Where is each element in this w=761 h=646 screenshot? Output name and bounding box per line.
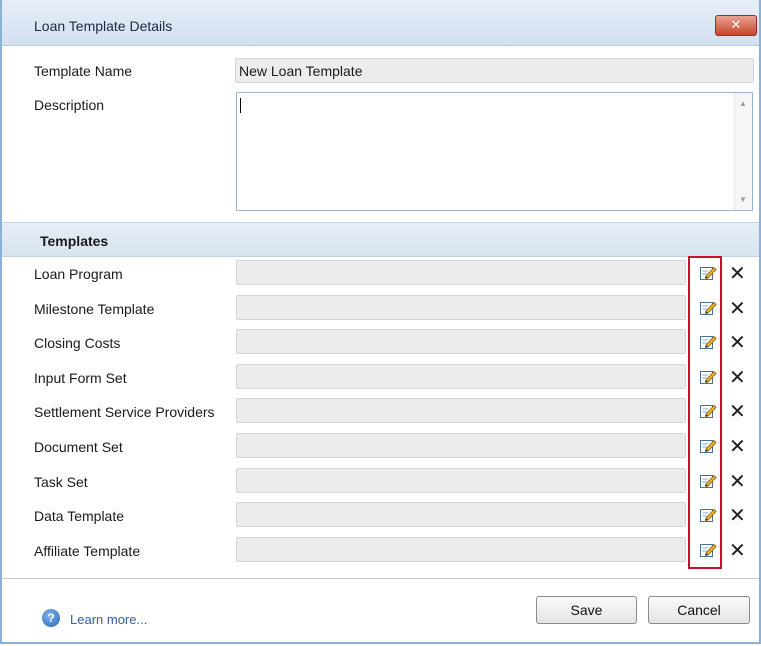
- cancel-button[interactable]: Cancel: [648, 596, 750, 624]
- text-caret: [240, 98, 241, 113]
- templates-section-title: Templates: [40, 233, 109, 249]
- delete-icon[interactable]: ✕: [729, 263, 746, 283]
- template-name-label: Template Name: [34, 63, 133, 79]
- template-row-label: Task Set: [34, 474, 88, 490]
- description-textarea[interactable]: ▲ ▼: [236, 92, 753, 211]
- template-row-label: Closing Costs: [34, 335, 121, 351]
- footer-divider: [2, 578, 759, 579]
- delete-icon[interactable]: ✕: [729, 540, 746, 560]
- template-row-field[interactable]: [236, 433, 686, 458]
- description-label: Description: [34, 97, 105, 113]
- template-row-label: Document Set: [34, 439, 123, 455]
- template-row-field[interactable]: [236, 364, 686, 389]
- title-bar: Loan Template Details ✕: [2, 0, 759, 46]
- description-scrollbar[interactable]: ▲ ▼: [734, 93, 752, 210]
- edit-column-highlight: [688, 256, 722, 569]
- template-row-field[interactable]: [236, 260, 686, 285]
- help-icon[interactable]: ?: [42, 609, 60, 627]
- template-row-label: Settlement Service Providers: [34, 404, 215, 420]
- template-row-field[interactable]: [236, 468, 686, 493]
- template-name-field[interactable]: New Loan Template: [235, 58, 754, 83]
- delete-icon[interactable]: ✕: [729, 298, 746, 318]
- delete-icon[interactable]: ✕: [729, 367, 746, 387]
- delete-icon[interactable]: ✕: [729, 401, 746, 421]
- template-row-field[interactable]: [236, 295, 686, 320]
- window-title: Loan Template Details: [34, 18, 173, 34]
- template-row-label: Loan Program: [34, 266, 123, 282]
- save-button[interactable]: Save: [536, 596, 637, 624]
- template-row-field[interactable]: [236, 502, 686, 527]
- delete-icon[interactable]: ✕: [729, 505, 746, 525]
- close-button[interactable]: ✕: [715, 15, 757, 36]
- template-row-field[interactable]: [236, 537, 686, 562]
- loan-template-details-dialog: Loan Template Details ✕ Template Name Ne…: [0, 0, 761, 644]
- templates-section-header: Templates: [2, 222, 759, 257]
- template-row-label: Input Form Set: [34, 370, 127, 386]
- delete-icon[interactable]: ✕: [729, 436, 746, 456]
- template-row-field[interactable]: [236, 329, 686, 354]
- scroll-up-arrow-icon[interactable]: ▲: [739, 99, 747, 108]
- scroll-down-arrow-icon[interactable]: ▼: [739, 195, 747, 204]
- learn-more-link[interactable]: Learn more...: [70, 612, 147, 627]
- template-row-field[interactable]: [236, 398, 686, 423]
- template-row-label: Data Template: [34, 508, 125, 524]
- template-row-label: Affiliate Template: [34, 543, 141, 559]
- template-row-label: Milestone Template: [34, 301, 155, 317]
- delete-icon[interactable]: ✕: [729, 471, 746, 491]
- delete-icon[interactable]: ✕: [729, 332, 746, 352]
